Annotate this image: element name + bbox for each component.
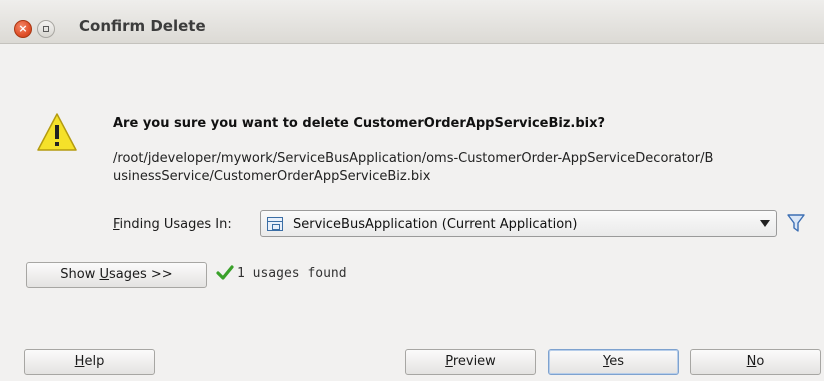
preview-label: review [452,354,496,369]
filter-icon[interactable] [786,213,806,233]
finding-usages-label-text: inding Usages In: [119,217,232,232]
maximize-icon[interactable] [37,20,55,38]
yes-button[interactable]: Yes [548,349,679,375]
maximize-glyph [43,26,49,32]
application-icon [267,217,283,231]
usages-status: 1 usages found [237,266,347,281]
show-usages-suffix: sages >> [109,267,173,282]
show-usages-button[interactable]: Show Usages >> [26,262,207,288]
help-label: elp [84,354,105,369]
mnemonic-h: H [74,354,85,369]
finding-usages-select[interactable]: ServiceBusApplication (Current Applicati… [260,210,777,237]
no-button[interactable]: No [690,349,821,375]
file-path: /root/jdeveloper/mywork/ServiceBusApplic… [113,151,714,184]
window-title: Confirm Delete [79,17,206,35]
confirm-question: Are you sure you want to delete Customer… [113,116,606,131]
help-button[interactable]: Help [24,349,155,375]
finding-usages-label: Finding Usages In: [113,217,232,232]
mnemonic-n: N [746,354,757,369]
chevron-down-icon [760,220,770,227]
no-label: o [756,354,765,369]
title-bar: × Confirm Delete [0,0,824,44]
warning-icon [37,113,77,151]
preview-button[interactable]: Preview [405,349,536,375]
close-icon[interactable]: × [14,20,32,38]
yes-label: es [609,354,624,369]
mnemonic-p: P [445,354,453,369]
show-usages-prefix: Show [60,267,100,282]
finding-usages-value: ServiceBusApplication (Current Applicati… [293,217,578,232]
checkmark-icon [216,265,234,280]
mnemonic-u: U [99,267,110,282]
